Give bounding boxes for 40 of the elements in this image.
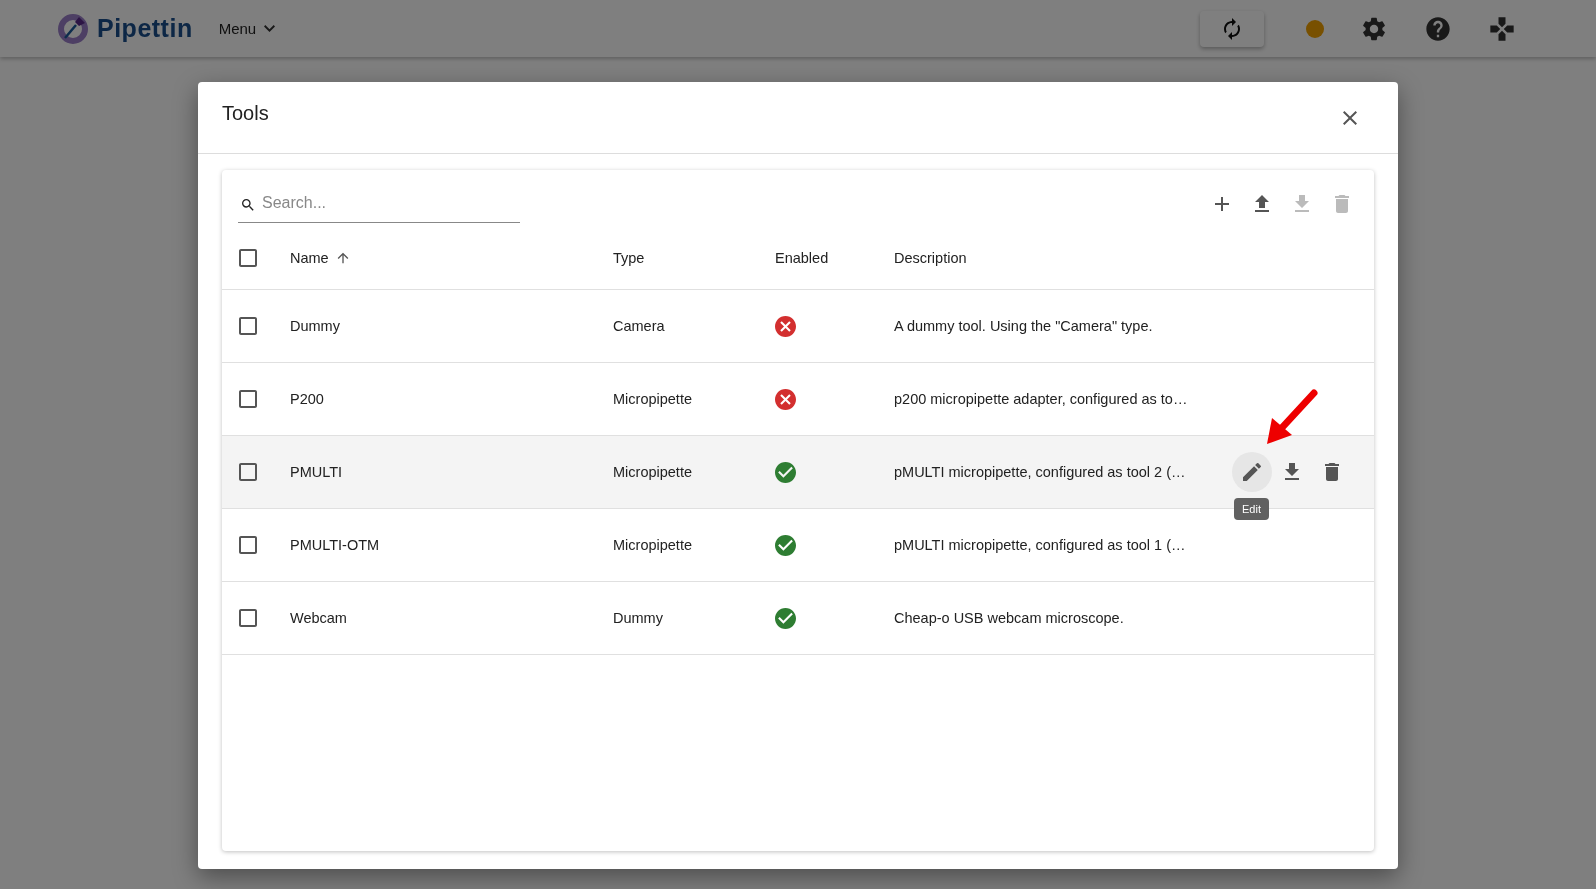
row-checkbox[interactable] bbox=[236, 387, 260, 411]
row-checkbox[interactable] bbox=[236, 314, 260, 338]
search-icon bbox=[240, 196, 256, 213]
name-cell-text: Dummy bbox=[290, 318, 341, 334]
status-dot bbox=[1306, 19, 1324, 38]
type-cell-text: Micropipette bbox=[613, 537, 693, 553]
type-cell-text: Camera bbox=[613, 318, 666, 334]
description-cell-text: p200 micropipette adapter, configured as to… bbox=[894, 391, 1189, 407]
column-header[interactable]: Description bbox=[894, 249, 967, 266]
description-cell-text: Cheap-o USB webcam microscope. bbox=[894, 610, 1125, 626]
type-cell-text: Micropipette bbox=[613, 391, 693, 407]
search-field[interactable]: Search... bbox=[238, 185, 520, 223]
column-header[interactable]: Type bbox=[613, 249, 645, 266]
chevron-down-icon bbox=[264, 25, 276, 32]
row-checkbox[interactable] bbox=[236, 460, 260, 484]
gamepad-icon[interactable] bbox=[1488, 14, 1516, 43]
type-cell-text: Micropipette bbox=[613, 464, 693, 480]
table-row[interactable]: Webcam Dummy Cheap-o USB webcam microscope. bbox=[222, 582, 1374, 655]
edit-button[interactable] bbox=[1232, 452, 1272, 492]
name-cell-text: PMULTI-OTM bbox=[290, 537, 381, 553]
table-row[interactable]: Dummy Camera A dummy tool. Using the "Camera" type. bbox=[222, 290, 1374, 363]
row-checkbox[interactable] bbox=[236, 533, 260, 557]
logo-icon bbox=[57, 12, 89, 45]
brand-name[interactable]: Pipettin bbox=[97, 14, 193, 43]
refresh-button[interactable] bbox=[1200, 10, 1264, 47]
row-checkbox[interactable] bbox=[236, 606, 260, 630]
tooltip: Edit bbox=[1234, 498, 1269, 520]
dialog-title: Tools bbox=[222, 102, 269, 125]
column-header[interactable]: Name bbox=[290, 249, 329, 266]
type-cell-text: Dummy bbox=[613, 610, 664, 626]
column-header[interactable]: Enabled bbox=[775, 249, 829, 266]
menu-button[interactable]: Menu bbox=[214, 16, 280, 41]
pencil-icon bbox=[1240, 460, 1264, 484]
name-cell-text: PMULTI bbox=[290, 464, 344, 480]
name-cell-text: P200 bbox=[290, 391, 325, 407]
description-cell-text: pMULTI micropipette, configured as tool 1 (… bbox=[894, 537, 1187, 553]
name-cell-text: Webcam bbox=[290, 610, 348, 626]
description-cell-text: A dummy tool. Using the "Camera" type. bbox=[894, 318, 1154, 334]
help-icon[interactable] bbox=[1424, 14, 1452, 43]
description-cell-text: pMULTI micropipette, configured as tool 2 (… bbox=[894, 464, 1187, 480]
